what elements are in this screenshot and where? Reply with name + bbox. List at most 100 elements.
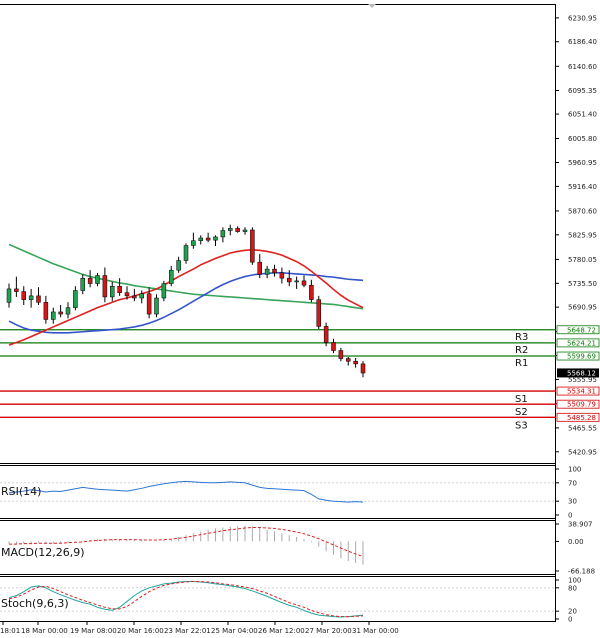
candle-body [58, 311, 63, 315]
level-label-r3: R3 [515, 332, 528, 343]
candle-body [87, 277, 93, 284]
stoch-label: Stoch(9,6,3) [1, 597, 69, 610]
candle-body [176, 260, 181, 271]
level-label-s3: S3 [515, 420, 528, 431]
sub-tick-label: 100 [568, 577, 581, 585]
candle-body [264, 268, 270, 275]
time-tick-label: 26 Mar 12:00 [258, 627, 305, 635]
price-tick-label: 6140.60 [568, 63, 597, 71]
candle-body [80, 277, 85, 291]
price-tick-label: 6186.40 [568, 38, 597, 46]
sub-tick-label: 100 [568, 466, 581, 474]
price-tick-label: 6005.80 [568, 135, 597, 143]
trading-chart: 6230.95 6186.40 6140.60 6095.35 6051.40 6005.… [0, 0, 600, 638]
price-tick-label: 5960.95 [568, 159, 597, 167]
candle-body [132, 295, 137, 299]
candle-body [309, 284, 314, 300]
candle-body [169, 269, 174, 284]
level-label-s1: S1 [515, 394, 528, 405]
candle-body [154, 297, 159, 315]
candle-body [316, 299, 321, 327]
sub-tick-label: 70 [568, 479, 577, 487]
price-tick-label: 5916.40 [568, 183, 597, 191]
sub-tick-label: 20 [568, 608, 577, 616]
price-tick-label: 5870.60 [568, 207, 597, 215]
level-tag-value: 5624.21 [567, 339, 596, 347]
candle-body [6, 288, 12, 303]
candle-body [205, 237, 211, 241]
candle-body [213, 236, 218, 241]
price-tick-label: 5465.55 [568, 424, 597, 432]
price-tick-label: 5780.05 [568, 256, 597, 264]
macd-tick-label: -66.188 [568, 568, 595, 576]
candle-body [353, 360, 358, 365]
candle-body [220, 230, 226, 238]
time-tick-label: 18:01 [0, 627, 20, 635]
level-tag-value: 5599.69 [567, 353, 596, 361]
candle-body [124, 292, 130, 297]
candle-body [323, 326, 329, 343]
candle-body [51, 311, 56, 320]
price-tick-label: 6095.35 [568, 87, 597, 95]
candle-body [139, 293, 144, 299]
macd-label: MACD(12,26,9) [1, 546, 85, 559]
price-tick-label: 6051.40 [568, 111, 597, 119]
candle-body [95, 275, 100, 284]
candle-body [294, 280, 299, 283]
sub-tick-label: 30 [568, 498, 577, 506]
candle-body [228, 228, 233, 231]
candle-body [287, 277, 292, 283]
candle-body [146, 293, 152, 315]
price-tick-label: 6230.95 [568, 14, 597, 22]
candle-body [235, 228, 240, 232]
level-tag-value: 5485.28 [567, 414, 596, 422]
level-tag-value: 5509.79 [567, 401, 596, 409]
price-tick-label: 5825.95 [568, 231, 597, 239]
level-label-r1: R1 [515, 358, 528, 369]
candle-body [338, 350, 344, 359]
level-tag-value: 5534.31 [567, 388, 596, 396]
candle-body [191, 240, 196, 246]
candle-body [28, 295, 34, 300]
macd-tick-label: 0.00 [568, 538, 584, 546]
candle-body [21, 291, 26, 300]
candle-body [279, 272, 285, 279]
candle-body [110, 285, 115, 298]
level-tag-value: 5648.72 [567, 326, 596, 334]
current-price-tag: 5568.12 [567, 369, 596, 377]
candle-body [257, 261, 262, 275]
candle-body [73, 290, 78, 308]
candle-body [250, 229, 255, 263]
candle-body [183, 245, 189, 261]
candle-body [301, 280, 307, 286]
price-tick-label: 5420.95 [568, 448, 597, 456]
rsi-label: RSI(14) [1, 485, 41, 498]
candle-body [242, 229, 248, 232]
candle-body [360, 363, 366, 374]
time-tick-label: 19 Mar 08:00 [70, 627, 117, 635]
level-label-r2: R2 [515, 345, 528, 356]
candle-body [43, 302, 49, 320]
time-tick-label: 27 Mar 20:00 [305, 627, 352, 635]
time-tick-label: 25 Mar 04:00 [211, 627, 258, 635]
candle-body [102, 275, 108, 298]
sub-tick-label: 80 [568, 584, 577, 592]
candle-body [117, 285, 122, 293]
macd-tick-label: 38.907 [568, 521, 593, 529]
candle-body [198, 237, 203, 241]
price-tick-label: 5735.50 [568, 280, 597, 288]
candle-body [36, 295, 41, 303]
level-label-s2: S2 [515, 407, 528, 418]
candle-body [65, 307, 71, 315]
candle-body [161, 283, 167, 299]
candle-body [14, 288, 19, 292]
time-tick-label: 18 Mar 00:00 [21, 627, 68, 635]
candle-body [346, 358, 351, 362]
sub-tick-label: 0 [568, 616, 572, 624]
candle-body [272, 268, 277, 274]
sub-tick-label: 0 [568, 512, 572, 520]
time-tick-label: 31 Mar 00:00 [352, 627, 399, 635]
candle-body [331, 342, 336, 351]
time-tick-label: 20 Mar 16:00 [117, 627, 164, 635]
price-tick-label: 5690.95 [568, 304, 597, 312]
